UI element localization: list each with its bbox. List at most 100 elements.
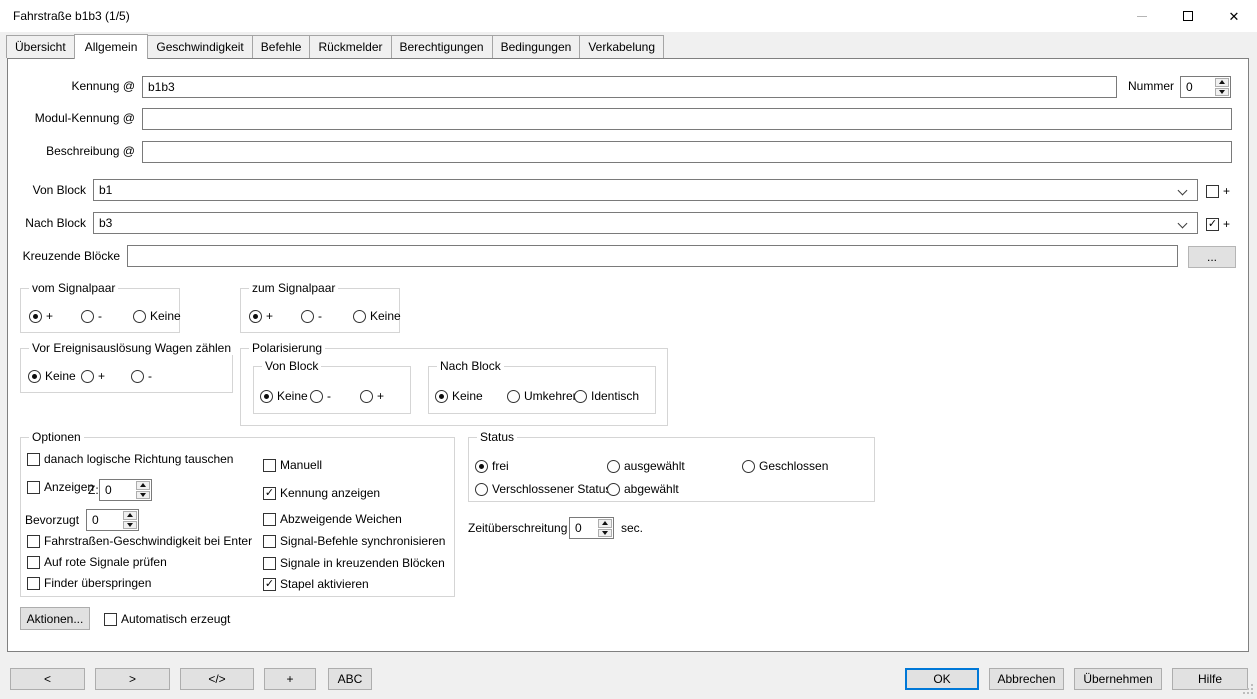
- kreuzende-bloecke-browse-button[interactable]: ...: [1188, 246, 1236, 268]
- zeitueberschreitung-spinner[interactable]: 0: [569, 517, 614, 539]
- up-arrow-icon: [1219, 80, 1225, 84]
- spin-down-button[interactable]: [123, 521, 137, 530]
- radio-pol-von-keine[interactable]: Keine: [260, 388, 308, 404]
- tab-berechtigungen[interactable]: Berechtigungen: [391, 35, 493, 58]
- radio-label: -: [318, 309, 322, 323]
- checkbox-box-icon: [27, 481, 40, 494]
- beschreibung-input[interactable]: [142, 141, 1232, 163]
- radio-status-frei[interactable]: frei: [475, 458, 509, 474]
- checkbox-signal-befehle-sync[interactable]: Signal-Befehle synchronisieren: [263, 533, 445, 549]
- radio-vom-plus[interactable]: +: [29, 308, 53, 324]
- nummer-label: Nummer: [1116, 79, 1174, 94]
- checkbox-label: Abzweigende Weichen: [280, 512, 402, 526]
- z-spinner[interactable]: 0: [99, 479, 152, 501]
- nav-code-button[interactable]: </>: [180, 668, 254, 690]
- spin-down-button[interactable]: [598, 529, 612, 538]
- checkbox-label: Signale in kreuzenden Blöcken: [280, 556, 445, 570]
- chevron-down-icon: [1178, 186, 1188, 196]
- resize-grip[interactable]: [1251, 692, 1253, 694]
- radio-zum-plus[interactable]: +: [249, 308, 273, 324]
- von-block-plus-checkbox[interactable]: +: [1206, 183, 1230, 199]
- checkbox-automatisch-erzeugt[interactable]: Automatisch erzeugt: [104, 611, 230, 627]
- spinner-arrows: [1214, 77, 1230, 97]
- group-optionen: Optionen danach logische Richtung tausch…: [20, 437, 455, 597]
- maximize-button[interactable]: [1165, 0, 1211, 32]
- radio-wagen-minus[interactable]: -: [131, 368, 152, 384]
- checkbox-manuell[interactable]: Manuell: [263, 457, 322, 473]
- minimize-button[interactable]: [1119, 0, 1165, 32]
- radio-pol-nach-keine[interactable]: Keine: [435, 388, 483, 404]
- zeitueberschreitung-label: Zeitüberschreitung: [468, 521, 567, 536]
- radio-pol-nach-identisch[interactable]: Identisch: [574, 388, 639, 404]
- apply-button[interactable]: Übernehmen: [1074, 668, 1162, 690]
- tab-verkabelung[interactable]: Verkabelung: [579, 35, 664, 58]
- nummer-spinner[interactable]: 0: [1180, 76, 1231, 98]
- tab-allgemein[interactable]: Allgemein: [74, 34, 149, 59]
- radio-pol-nach-umkehren[interactable]: Umkehren: [507, 388, 579, 404]
- checkbox-richtung-tauschen[interactable]: danach logische Richtung tauschen: [27, 451, 233, 467]
- spin-up-button[interactable]: [598, 519, 612, 528]
- group-title: Von Block: [262, 359, 321, 373]
- radio-pol-von-plus[interactable]: +: [360, 388, 384, 404]
- cancel-button[interactable]: Abbrechen: [989, 668, 1064, 690]
- radio-wagen-plus[interactable]: +: [81, 368, 105, 384]
- checkbox-signale-kreuzende[interactable]: Signale in kreuzenden Blöcken: [263, 555, 445, 571]
- plus-label: +: [1223, 184, 1230, 198]
- radio-status-geschlossen[interactable]: Geschlossen: [742, 458, 828, 474]
- kennung-input[interactable]: b1b3: [142, 76, 1117, 98]
- checkbox-anzeigen[interactable]: Anzeigen: [27, 479, 94, 495]
- radio-vom-keine[interactable]: Keine: [133, 308, 181, 324]
- tab-geschwindigkeit[interactable]: Geschwindigkeit: [147, 35, 252, 58]
- nav-add-button[interactable]: +: [264, 668, 316, 690]
- spin-up-button[interactable]: [123, 511, 137, 520]
- minimize-icon: [1137, 16, 1147, 17]
- window-title: Fahrstraße b1b3 (1/5): [13, 9, 130, 23]
- aktionen-button[interactable]: Aktionen...: [20, 607, 90, 630]
- checkbox-abzweigende-weichen[interactable]: Abzweigende Weichen: [263, 511, 402, 527]
- checkbox-rote-signale[interactable]: Auf rote Signale prüfen: [27, 554, 167, 570]
- nav-prev-button[interactable]: <: [10, 668, 85, 690]
- checkbox-kennung-anzeigen[interactable]: ✓ Kennung anzeigen: [263, 485, 380, 501]
- radio-zum-minus[interactable]: -: [301, 308, 322, 324]
- radio-status-abgewaehlt[interactable]: abgewählt: [607, 481, 679, 497]
- spin-down-button[interactable]: [136, 491, 150, 500]
- radio-status-ausgewaehlt[interactable]: ausgewählt: [607, 458, 685, 474]
- checkbox-box-icon: [1206, 185, 1219, 198]
- spin-down-button[interactable]: [1215, 88, 1229, 97]
- kreuzende-bloecke-input[interactable]: [127, 245, 1178, 267]
- nav-abc-button[interactable]: ABC: [328, 668, 372, 690]
- up-arrow-icon: [602, 521, 608, 525]
- modul-kennung-input[interactable]: [142, 108, 1232, 130]
- radio-zum-keine[interactable]: Keine: [353, 308, 401, 324]
- spin-up-button[interactable]: [136, 481, 150, 490]
- radio-pol-von-minus[interactable]: -: [310, 388, 331, 404]
- checkbox-label: Manuell: [280, 458, 322, 472]
- tab-befehle[interactable]: Befehle: [252, 35, 311, 58]
- help-button[interactable]: Hilfe: [1172, 668, 1248, 690]
- radio-wagen-keine[interactable]: Keine: [28, 368, 76, 384]
- tab-rueckmelder[interactable]: Rückmelder: [309, 35, 391, 58]
- checkbox-finder-ueberspringen[interactable]: Finder überspringen: [27, 575, 151, 591]
- radio-label: ausgewählt: [624, 459, 685, 473]
- spin-up-button[interactable]: [1215, 78, 1229, 87]
- checkbox-box-icon: [263, 459, 276, 472]
- checkbox-box-icon: [27, 556, 40, 569]
- nach-block-combobox[interactable]: b3: [93, 212, 1198, 234]
- group-wagen-zaehlen: Vor Ereignisauslösung Wagen zählen Keine…: [20, 348, 233, 393]
- nach-block-plus-checkbox[interactable]: ✓ +: [1206, 216, 1230, 232]
- checkbox-stapel-aktivieren[interactable]: ✓ Stapel aktivieren: [263, 576, 369, 592]
- von-block-combobox[interactable]: b1: [93, 179, 1198, 201]
- radio-icon: [29, 310, 42, 323]
- tab-uebersicht[interactable]: Übersicht: [6, 35, 75, 58]
- radio-status-verschlossen[interactable]: Verschlossener Status: [475, 481, 611, 497]
- checkbox-geschwindigkeit-bei-enter[interactable]: Fahrstraßen-Geschwindigkeit bei Enter: [27, 533, 252, 549]
- radio-vom-minus[interactable]: -: [81, 308, 102, 324]
- radio-icon: [360, 390, 373, 403]
- checkbox-label: Fahrstraßen-Geschwindigkeit bei Enter: [44, 534, 252, 548]
- ok-button[interactable]: OK: [905, 668, 979, 690]
- nav-next-button[interactable]: >: [95, 668, 170, 690]
- bevorzugt-spinner[interactable]: 0: [86, 509, 139, 531]
- close-button[interactable]: ✕: [1211, 0, 1257, 32]
- down-arrow-icon: [140, 493, 146, 497]
- tab-bedingungen[interactable]: Bedingungen: [492, 35, 581, 58]
